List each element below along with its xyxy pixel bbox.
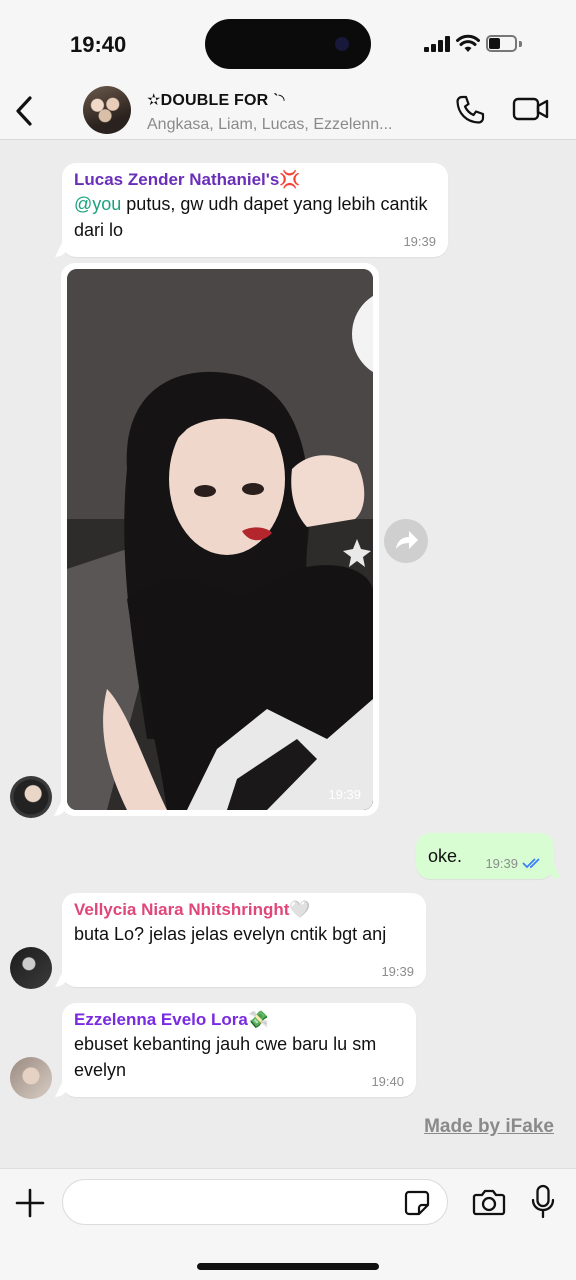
message-body: putus, gw udh dapet yang lebih cantik da… (74, 194, 428, 240)
message-time: 19:39 (403, 234, 436, 249)
home-indicator[interactable] (197, 1263, 379, 1270)
sender-name: Lucas Zender Nathaniel's💢 (74, 170, 301, 189)
wifi-icon (456, 34, 480, 52)
message-bubble[interactable]: Ezzelenna Evelo Lora💸 ebuset kebanting j… (62, 1003, 416, 1097)
sender-avatar[interactable] (10, 1057, 52, 1099)
sticker-icon[interactable] (404, 1190, 430, 1216)
message-time: 19:39 (485, 856, 518, 871)
message-time: 19:39 (381, 964, 414, 979)
back-chevron-icon[interactable] (12, 94, 36, 128)
input-bar (0, 1168, 576, 1280)
dynamic-island (205, 19, 371, 69)
message-bubble[interactable]: Vellycia Niara Nhitshringht🤍 buta Lo? je… (62, 893, 426, 987)
photo-portrait (67, 269, 373, 810)
photo-image[interactable]: 19:39 (67, 269, 373, 810)
battery-fill (489, 38, 500, 49)
video-call-icon[interactable] (512, 96, 550, 122)
message-bubble[interactable]: Lucas Zender Nathaniel's💢 @you putus, gw… (62, 163, 448, 257)
sender-name: Vellycia Niara Nhitshringht🤍 (74, 900, 311, 919)
status-time: 19:40 (70, 32, 127, 57)
battery-icon (486, 35, 522, 53)
signal-icon (424, 36, 452, 52)
phone-call-icon[interactable] (454, 94, 486, 126)
message-text: buta Lo? jelas jelas evelyn cntik bgt an… (74, 924, 387, 944)
sender-name: Ezzelenna Evelo Lora💸 (74, 1010, 270, 1029)
message-text: @you putus, gw udh dapet yang lebih cant… (74, 191, 436, 243)
message-text: oke. (428, 846, 463, 866)
message-time: 19:40 (371, 1074, 404, 1089)
sender-avatar[interactable] (10, 947, 52, 989)
plus-icon[interactable] (14, 1187, 46, 1219)
camera-icon[interactable] (472, 1187, 506, 1217)
sender-avatar[interactable] (10, 776, 52, 818)
group-members[interactable]: Angkasa, Liam, Lucas, Ezzelenn... (147, 116, 392, 134)
group-avatar[interactable] (83, 86, 131, 134)
microphone-icon[interactable] (530, 1184, 556, 1220)
photo-time: 19:39 (328, 787, 361, 802)
mention-link[interactable]: @you (74, 194, 121, 214)
forward-arrow-icon (396, 531, 418, 549)
watermark-link[interactable]: Made by iFake (424, 1116, 554, 1138)
message-text: ebuset kebanting jauh cwe baru lu sm eve… (74, 1034, 377, 1080)
group-name[interactable]: ✫DOUBLE FOR ˋ◝ (147, 90, 285, 110)
forward-button[interactable] (384, 519, 428, 563)
photo-message[interactable]: 19:39 (61, 263, 379, 816)
message-input[interactable] (62, 1179, 448, 1225)
outgoing-message-bubble[interactable]: oke. 19:39 (416, 833, 554, 879)
read-receipt-icon (522, 858, 540, 869)
status-bar: 19:40 (0, 0, 576, 86)
chat-header: ✫DOUBLE FOR ˋ◝ Angkasa, Liam, Lucas, Ezz… (0, 86, 576, 140)
